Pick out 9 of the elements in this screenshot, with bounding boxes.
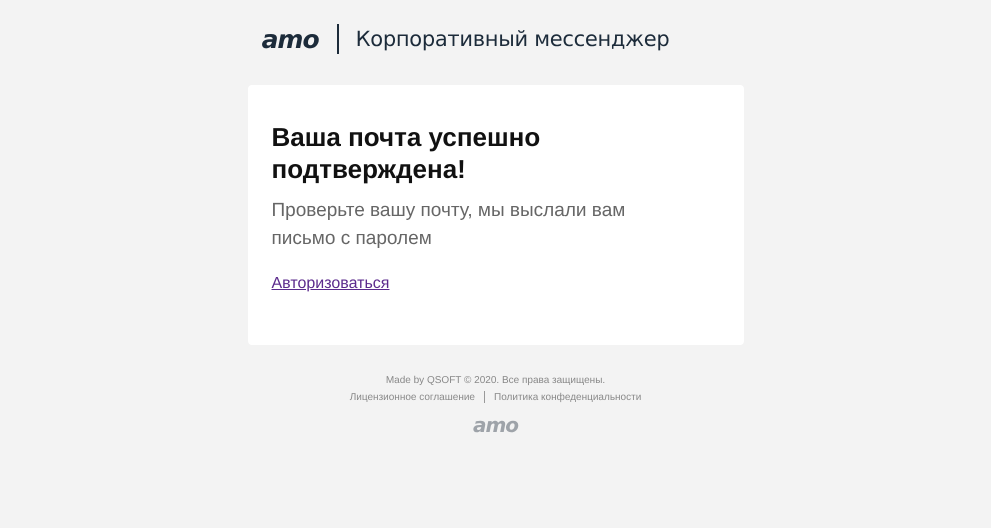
page-title: Ваша почта успешно подтверждена! [272, 121, 542, 185]
footer-logo: amo [472, 413, 518, 437]
logo: amo [262, 24, 319, 54]
login-link[interactable]: Авторизоваться [272, 275, 390, 293]
copyright-text: Made by QSOFT © 2020. Все права защищены. [386, 374, 606, 388]
product-name: Корпоративный мессенджер [356, 27, 670, 51]
message-text: Проверьте вашу почту, мы выслали вам письмо с паролем [272, 199, 626, 251]
footer-link[interactable]: Политика конфеденциальности [494, 392, 642, 402]
footer-link[interactable]: Лицензионное соглашение [350, 392, 475, 402]
